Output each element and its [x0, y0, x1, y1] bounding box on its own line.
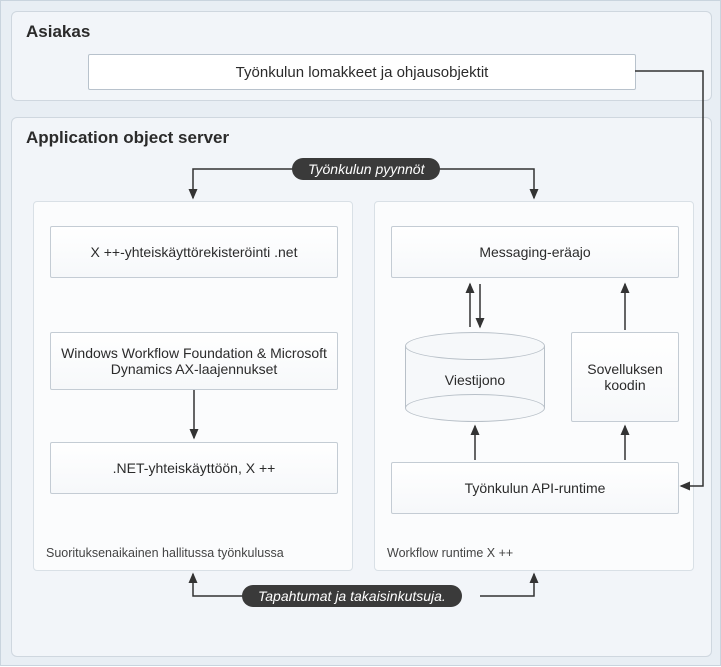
managed-runtime-group: X ++-yhteiskäyttörekisteröinti .net Wind…: [33, 201, 353, 571]
messaging-batch-box: Messaging-eräajo: [391, 226, 679, 278]
wf-foundation-extensions-box: Windows Workflow Foundation & Microsoft …: [50, 332, 338, 390]
net-interop-xpp-label: .NET-yhteiskäyttöön, X ++: [113, 460, 276, 476]
wf-foundation-extensions-label: Windows Workflow Foundation & Microsoft …: [59, 345, 329, 377]
managed-runtime-caption: Suorituksenaikainen hallitussa työnkulus…: [46, 546, 284, 560]
xpp-interop-registration-box: X ++-yhteiskäyttörekisteröinti .net: [50, 226, 338, 278]
workflow-forms-label: Työnkulun lomakkeet ja ohjausobjektit: [236, 64, 489, 81]
client-title: Asiakas: [26, 22, 90, 42]
workflow-runtime-xpp-caption: Workflow runtime X ++: [387, 546, 513, 560]
xpp-interop-registration-label: X ++-yhteiskäyttörekisteröinti .net: [91, 244, 298, 260]
application-code-label: Sovelluksen koodin: [578, 361, 672, 393]
workflow-requests-label: Työnkulun pyynnöt: [292, 158, 440, 180]
workflow-api-runtime-box: Työnkulun API-runtime: [391, 462, 679, 514]
messaging-batch-label: Messaging-eräajo: [479, 244, 590, 260]
workflow-forms-box: Työnkulun lomakkeet ja ohjausobjektit: [88, 54, 636, 90]
aos-panel: Application object server Työnkulun pyyn…: [11, 117, 712, 657]
application-code-box: Sovelluksen koodin: [571, 332, 679, 422]
workflow-api-runtime-label: Työnkulun API-runtime: [465, 480, 606, 496]
events-callbacks-label: Tapahtumat ja takaisinkutsuja.: [242, 585, 462, 607]
client-panel: Asiakas Työnkulun lomakkeet ja ohjausobj…: [11, 11, 712, 101]
workflow-runtime-xpp-group: Messaging-eräajo Viestijono Sovelluksen …: [374, 201, 694, 571]
net-interop-xpp-box: .NET-yhteiskäyttöön, X ++: [50, 442, 338, 494]
aos-title: Application object server: [26, 128, 229, 148]
message-queue-cylinder: Viestijono: [405, 332, 545, 422]
diagram-canvas: Asiakas Työnkulun lomakkeet ja ohjausobj…: [0, 0, 721, 666]
message-queue-label: Viestijono: [405, 372, 545, 388]
